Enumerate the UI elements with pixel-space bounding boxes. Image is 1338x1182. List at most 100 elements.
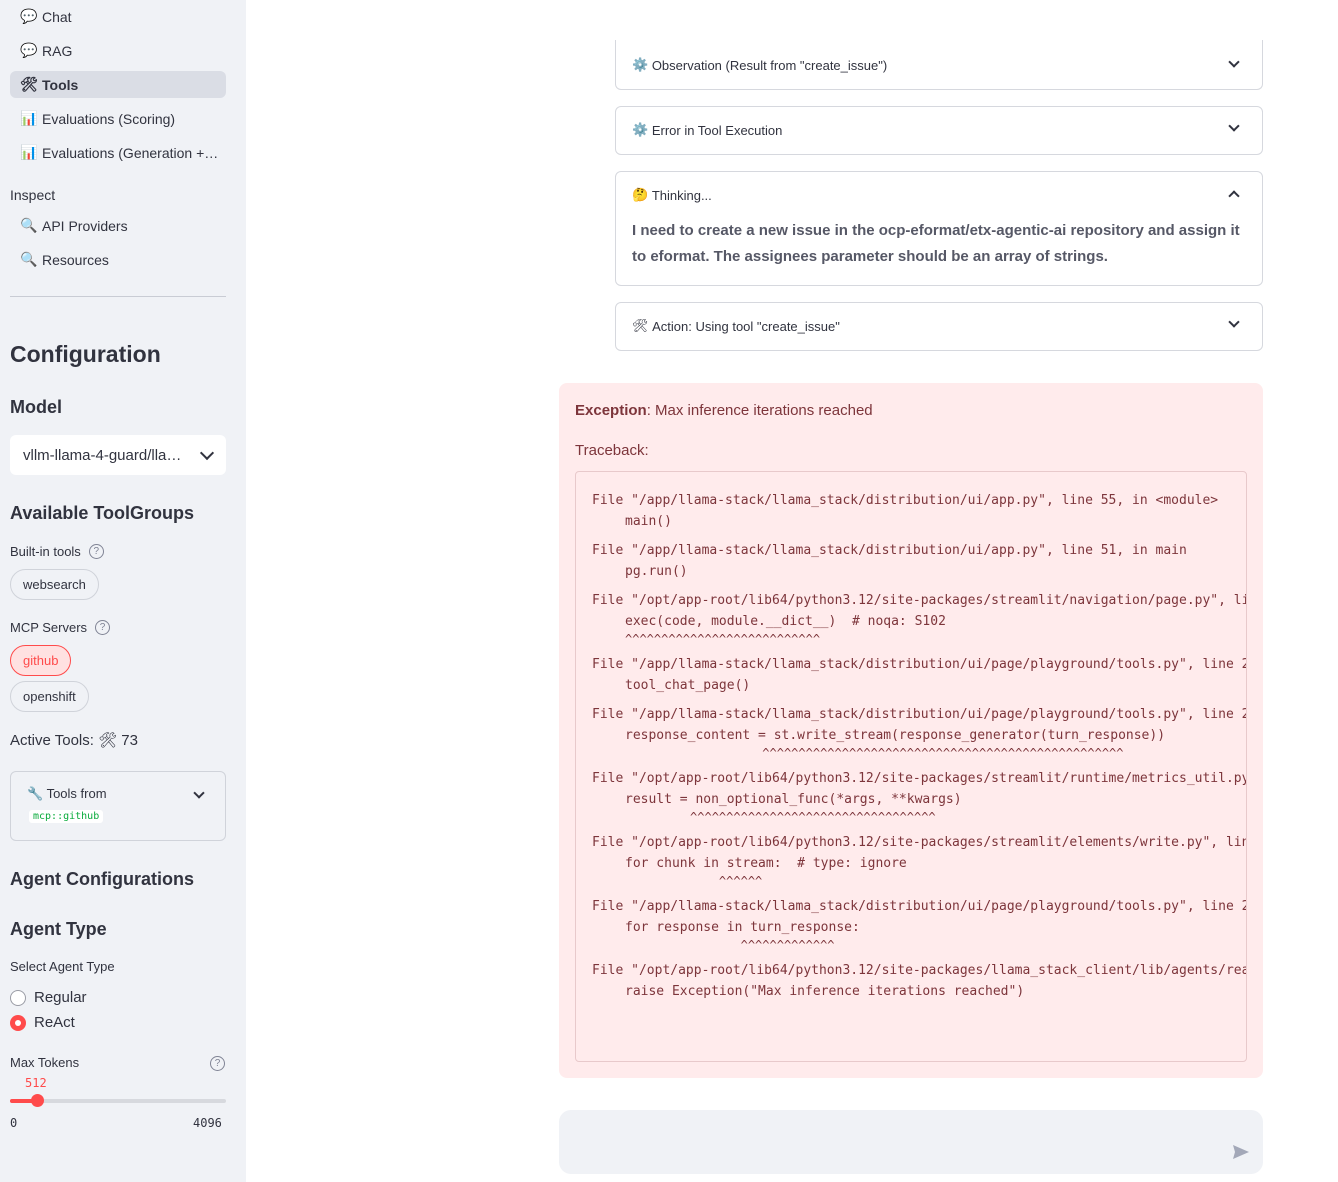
exception-box: Exception: Max inference iterations reac… [559,383,1263,1078]
help-icon[interactable]: ? [95,620,111,635]
expander-title: Action: Using tool "create_issue" [652,318,840,334]
hammer-wrench-icon: 🛠 [632,318,649,333]
chevron-down-icon [193,787,205,799]
nav-item-label: API Providers [42,217,128,234]
speech-bubble-icon: 💬 [20,8,38,24]
select-agent-type-label: Select Agent Type [10,959,115,974]
nav-item-resources[interactable]: 🔍 Resources [10,246,226,273]
expander-title: Thinking... [651,187,712,203]
max-tokens-slider[interactable] [10,1094,226,1107]
traceback-frame: File "/app/llama-stack/llama_stack/distr… [576,490,1246,532]
traceback-frame: File "/app/llama-stack/llama_stack/distr… [576,540,1246,582]
max-tokens-value: 512 [25,1076,47,1090]
bar-chart-icon: 📊 [20,110,38,126]
expander-header: ⚙️ Observation (Result from "create_issu… [632,42,887,88]
tools-from-code: mcp::github [29,810,104,823]
nav-item-tools[interactable]: 🛠 Tools [10,71,226,98]
model-select[interactable]: vllm-llama-4-guard/llama-4-scout [10,435,226,475]
traceback-file-line: File "/opt/app-root/lib64/python3.12/sit… [592,963,1246,978]
speech-bubble-icon: 💬 [20,42,38,58]
hammer-wrench-icon: 🛠 [20,76,38,92]
max-tokens-label: Max Tokens [10,1055,80,1070]
help-icon[interactable]: ? [88,544,104,559]
builtin-tools-label: Built-in tools ? [10,544,104,559]
traceback-label: Traceback: [575,442,649,459]
traceback-block[interactable]: File "/app/llama-stack/llama_stack/distr… [575,471,1247,1062]
traceback-code-line: raise Exception("Max inference iteration… [625,984,1025,999]
configuration-title: Configuration [10,341,161,367]
traceback-file-line: File "/opt/app-root/lib64/python3.12/sit… [592,593,1246,608]
expander-action[interactable]: 🛠 Action: Using tool "create_issue" [615,302,1263,351]
nav-item-evaluations-generation[interactable]: 📊 Evaluations (Generation + Scoring) [10,139,226,166]
chat-input[interactable] [559,1110,1263,1174]
exception-label: Exception [575,402,647,419]
chevron-down-icon [1228,316,1240,328]
expander-error[interactable]: ⚙️ Error in Tool Execution [615,106,1263,155]
expander-thinking[interactable]: 🤔 Thinking... I need to create a new iss… [615,171,1263,286]
nav-item-label: Evaluations (Scoring) [42,110,176,127]
expander-title: Error in Tool Execution [651,122,783,138]
nav-item-label: Resources [42,251,109,268]
radio-label: ReAct [34,1014,75,1031]
nav-item-label: Tools [42,76,79,93]
traceback-frame: File "/opt/app-root/lib64/python3.12/sit… [576,832,1246,888]
chevron-down-icon [199,445,215,461]
traceback-file-line: File "/app/llama-stack/llama_stack/distr… [592,899,1246,914]
nav-item-label: Chat [42,8,72,25]
expander-header: ⚙️ Error in Tool Execution [632,107,782,153]
active-tools-count: Active Tools: 🛠 73 [10,732,138,749]
thinking-text: I need to create a new issue in the ocp-… [632,222,1240,265]
model-select-value: vllm-llama-4-guard/llama-4-scout [23,446,185,464]
tools-from-expander[interactable]: 🔧 Tools from mcp::github [10,771,226,841]
traceback-code-line: response_content = st.write_stream(respo… [625,728,1166,743]
nav-item-label: Evaluations (Generation + Scoring) [42,144,220,161]
traceback-file-line: File "/app/llama-stack/llama_stack/distr… [592,543,1187,558]
radio-regular[interactable]: Regular [10,989,87,1006]
traceback-code-line: for response in turn_response: [625,920,860,935]
chevron-down-icon [1228,56,1240,68]
radio-react[interactable]: ReAct [10,1014,75,1031]
bar-chart-icon: 📊 [20,144,38,160]
model-title: Model [10,397,62,417]
traceback-file-line: File "/app/llama-stack/llama_stack/distr… [592,657,1246,672]
help-icon[interactable]: ? [210,1056,225,1071]
send-icon[interactable] [1231,1142,1251,1162]
traceback-code-line: main() [625,514,672,529]
traceback-file-line: File "/app/llama-stack/llama_stack/distr… [592,707,1246,722]
agent-type-title: Agent Type [10,919,107,939]
slider-min-label: 0 [10,1116,18,1130]
nav-item-api-providers[interactable]: 🔍 API Providers [10,212,226,239]
exception-text: : Max inference iterations reached [646,402,873,419]
traceback-code-line: for chunk in stream: # type: ignore [625,856,907,871]
gear-icon: ⚙️ [632,57,649,72]
traceback-frame: File "/app/llama-stack/llama_stack/distr… [576,654,1246,696]
nav-item-chat[interactable]: 💬 Chat [10,3,226,30]
traceback-frame: File "/opt/app-root/lib64/python3.12/sit… [576,768,1246,824]
traceback-frame: File "/opt/app-root/lib64/python3.12/sit… [576,960,1246,1002]
nav-item-rag[interactable]: 💬 RAG [10,37,226,64]
mcp-pill-github[interactable]: github [10,645,72,676]
chevron-down-icon [1228,120,1240,132]
expander-observation[interactable]: ⚙️ Observation (Result from "create_issu… [615,40,1263,90]
mcp-pill-openshift[interactable]: openshift [10,681,89,712]
traceback-caret-line: ^^^^^^^^^^^^^^^^^^^^^^^^^^^^^^^^^^^^^^^^… [625,746,1124,760]
traceback-caret-line: ^^^^^^^^^^^^^^^^^^^^^^^^^^^^^^^^^^ [625,810,936,824]
tool-pill-websearch[interactable]: websearch [10,569,99,600]
traceback-caret-line: ^^^^^^ [625,874,763,888]
sidebar-divider [10,296,226,297]
traceback-code-line: result = non_optional_func(*args, **kwar… [625,792,962,807]
mcp-servers-label-text: MCP Servers [10,620,88,635]
toolgroups-title: Available ToolGroups [10,503,195,523]
thinking-face-icon: 🤔 [632,187,649,202]
slider-thumb[interactable] [31,1094,44,1107]
traceback-file-line: File "/opt/app-root/lib64/python3.12/sit… [592,835,1246,850]
builtin-tools-label-text: Built-in tools [10,544,81,559]
magnifier-icon: 🔍 [20,251,38,267]
radio-selected-icon [10,1014,26,1031]
radio-label: Regular [34,989,87,1006]
nav-item-evaluations-scoring[interactable]: 📊 Evaluations (Scoring) [10,105,226,132]
expander-header: 🛠 Action: Using tool "create_issue" [632,303,840,349]
tools-from-label: 🔧 Tools from [27,786,107,801]
traceback-file-line: File "/opt/app-root/lib64/python3.12/sit… [592,771,1247,786]
traceback-file-line: File "/app/llama-stack/llama_stack/distr… [592,493,1219,508]
